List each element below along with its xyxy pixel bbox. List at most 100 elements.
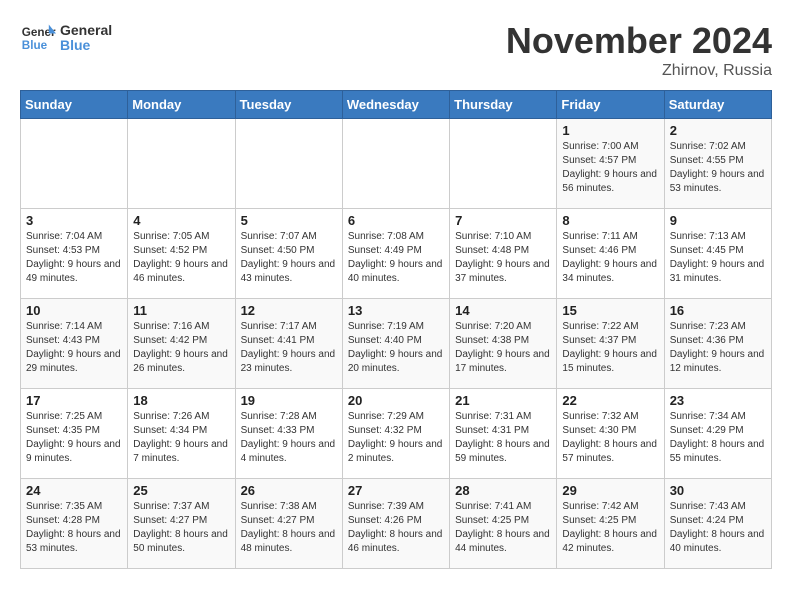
- day-info: Sunrise: 7:00 AM Sunset: 4:57 PM Dayligh…: [562, 140, 658, 196]
- calendar-cell: [128, 119, 235, 209]
- calendar-cell: [21, 119, 128, 209]
- calendar-body: 1 Sunrise: 7:00 AM Sunset: 4:57 PM Daylig…: [21, 119, 772, 569]
- calendar-cell: [235, 119, 342, 209]
- day-info: Sunrise: 7:13 AM Sunset: 4:45 PM Dayligh…: [670, 230, 766, 286]
- day-number: 3: [26, 213, 122, 228]
- day-number: 13: [348, 303, 444, 318]
- day-info: Sunrise: 7:19 AM Sunset: 4:40 PM Dayligh…: [348, 320, 444, 376]
- calendar-cell: 18 Sunrise: 7:26 AM Sunset: 4:34 PM Dayli…: [128, 389, 235, 479]
- header-row: SundayMondayTuesdayWednesdayThursdayFrid…: [21, 91, 772, 119]
- calendar-cell: 8 Sunrise: 7:11 AM Sunset: 4:46 PM Daylig…: [557, 209, 664, 299]
- day-info: Sunrise: 7:20 AM Sunset: 4:38 PM Dayligh…: [455, 320, 551, 376]
- day-header-sunday: Sunday: [21, 91, 128, 119]
- calendar-cell: 16 Sunrise: 7:23 AM Sunset: 4:36 PM Dayli…: [664, 299, 771, 389]
- week-row-2: 3 Sunrise: 7:04 AM Sunset: 4:53 PM Daylig…: [21, 209, 772, 299]
- calendar-cell: 3 Sunrise: 7:04 AM Sunset: 4:53 PM Daylig…: [21, 209, 128, 299]
- day-info: Sunrise: 7:23 AM Sunset: 4:36 PM Dayligh…: [670, 320, 766, 376]
- calendar-cell: 20Sunrise: 7:29 AM Sunset: 4:32 PM Dayli…: [342, 389, 449, 479]
- day-header-thursday: Thursday: [450, 91, 557, 119]
- day-info: Sunrise: 7:17 AM Sunset: 4:41 PM Dayligh…: [241, 320, 337, 376]
- calendar-cell: 10 Sunrise: 7:14 AM Sunset: 4:43 PM Dayli…: [21, 299, 128, 389]
- calendar-cell: 28 Sunrise: 7:41 AM Sunset: 4:25 PM Dayli…: [450, 479, 557, 569]
- day-number: 26: [241, 483, 337, 498]
- calendar-cell: [450, 119, 557, 209]
- logo-general-text: General: [60, 23, 112, 38]
- day-header-wednesday: Wednesday: [342, 91, 449, 119]
- calendar-cell: 27 Sunrise: 7:39 AM Sunset: 4:26 PM Dayli…: [342, 479, 449, 569]
- calendar-cell: 2 Sunrise: 7:02 AM Sunset: 4:55 PM Daylig…: [664, 119, 771, 209]
- calendar-header: SundayMondayTuesdayWednesdayThursdayFrid…: [21, 91, 772, 119]
- logo-blue-text: Blue: [60, 38, 112, 53]
- calendar-cell: 5 Sunrise: 7:07 AM Sunset: 4:50 PM Daylig…: [235, 209, 342, 299]
- day-info: Sunrise: 7:26 AM Sunset: 4:34 PM Dayligh…: [133, 410, 229, 466]
- day-number: 11: [133, 303, 229, 318]
- week-row-4: 17Sunrise: 7:25 AM Sunset: 4:35 PM Dayli…: [21, 389, 772, 479]
- calendar-cell: 11Sunrise: 7:16 AM Sunset: 4:42 PM Dayli…: [128, 299, 235, 389]
- day-info: Sunrise: 7:02 AM Sunset: 4:55 PM Dayligh…: [670, 140, 766, 196]
- day-number: 14: [455, 303, 551, 318]
- calendar-cell: 22 Sunrise: 7:32 AM Sunset: 4:30 PM Dayli…: [557, 389, 664, 479]
- calendar-cell: 13 Sunrise: 7:19 AM Sunset: 4:40 PM Dayli…: [342, 299, 449, 389]
- day-number: 15: [562, 303, 658, 318]
- day-header-friday: Friday: [557, 91, 664, 119]
- day-number: 8: [562, 213, 658, 228]
- logo: General Blue General Blue: [20, 20, 112, 56]
- title-block: November 2024 Zhirnov, Russia: [506, 20, 772, 80]
- calendar-cell: 21 Sunrise: 7:31 AM Sunset: 4:31 PM Dayli…: [450, 389, 557, 479]
- calendar-cell: 24 Sunrise: 7:35 AM Sunset: 4:28 PM Dayli…: [21, 479, 128, 569]
- day-info: Sunrise: 7:11 AM Sunset: 4:46 PM Dayligh…: [562, 230, 658, 286]
- day-number: 19: [241, 393, 337, 408]
- day-number: 24: [26, 483, 122, 498]
- day-header-monday: Monday: [128, 91, 235, 119]
- calendar-cell: 26 Sunrise: 7:38 AM Sunset: 4:27 PM Dayli…: [235, 479, 342, 569]
- day-info: Sunrise: 7:07 AM Sunset: 4:50 PM Dayligh…: [241, 230, 337, 286]
- day-info: Sunrise: 7:05 AM Sunset: 4:52 PM Dayligh…: [133, 230, 229, 286]
- day-number: 16: [670, 303, 766, 318]
- logo-icon: General Blue: [20, 20, 56, 56]
- day-number: 6: [348, 213, 444, 228]
- day-info: Sunrise: 7:04 AM Sunset: 4:53 PM Dayligh…: [26, 230, 122, 286]
- day-info: Sunrise: 7:39 AM Sunset: 4:26 PM Dayligh…: [348, 500, 444, 556]
- week-row-1: 1 Sunrise: 7:00 AM Sunset: 4:57 PM Daylig…: [21, 119, 772, 209]
- day-info: Sunrise: 7:43 AM Sunset: 4:24 PM Dayligh…: [670, 500, 766, 556]
- day-info: Sunrise: 7:31 AM Sunset: 4:31 PM Dayligh…: [455, 410, 551, 466]
- month-title: November 2024: [506, 20, 772, 62]
- day-number: 30: [670, 483, 766, 498]
- day-number: 20: [348, 393, 444, 408]
- calendar-cell: 6Sunrise: 7:08 AM Sunset: 4:49 PM Daylig…: [342, 209, 449, 299]
- calendar-cell: 23Sunrise: 7:34 AM Sunset: 4:29 PM Dayli…: [664, 389, 771, 479]
- day-header-saturday: Saturday: [664, 91, 771, 119]
- calendar-table: SundayMondayTuesdayWednesdayThursdayFrid…: [20, 90, 772, 569]
- day-number: 27: [348, 483, 444, 498]
- calendar-cell: 25Sunrise: 7:37 AM Sunset: 4:27 PM Dayli…: [128, 479, 235, 569]
- day-info: Sunrise: 7:34 AM Sunset: 4:29 PM Dayligh…: [670, 410, 766, 466]
- calendar-cell: 19 Sunrise: 7:28 AM Sunset: 4:33 PM Dayli…: [235, 389, 342, 479]
- day-info: Sunrise: 7:35 AM Sunset: 4:28 PM Dayligh…: [26, 500, 122, 556]
- svg-text:Blue: Blue: [22, 39, 48, 52]
- calendar-cell: 14 Sunrise: 7:20 AM Sunset: 4:38 PM Dayli…: [450, 299, 557, 389]
- calendar-cell: 4Sunrise: 7:05 AM Sunset: 4:52 PM Daylig…: [128, 209, 235, 299]
- day-number: 2: [670, 123, 766, 138]
- day-info: Sunrise: 7:41 AM Sunset: 4:25 PM Dayligh…: [455, 500, 551, 556]
- day-number: 1: [562, 123, 658, 138]
- calendar-cell: 30 Sunrise: 7:43 AM Sunset: 4:24 PM Dayli…: [664, 479, 771, 569]
- calendar-cell: 9Sunrise: 7:13 AM Sunset: 4:45 PM Daylig…: [664, 209, 771, 299]
- day-info: Sunrise: 7:38 AM Sunset: 4:27 PM Dayligh…: [241, 500, 337, 556]
- day-number: 10: [26, 303, 122, 318]
- day-info: Sunrise: 7:42 AM Sunset: 4:25 PM Dayligh…: [562, 500, 658, 556]
- week-row-3: 10 Sunrise: 7:14 AM Sunset: 4:43 PM Dayli…: [21, 299, 772, 389]
- day-info: Sunrise: 7:32 AM Sunset: 4:30 PM Dayligh…: [562, 410, 658, 466]
- day-info: Sunrise: 7:14 AM Sunset: 4:43 PM Dayligh…: [26, 320, 122, 376]
- day-number: 5: [241, 213, 337, 228]
- page-header: General Blue General Blue November 2024 …: [20, 20, 772, 80]
- day-info: Sunrise: 7:25 AM Sunset: 4:35 PM Dayligh…: [26, 410, 122, 466]
- calendar-cell: 12 Sunrise: 7:17 AM Sunset: 4:41 PM Dayli…: [235, 299, 342, 389]
- day-number: 28: [455, 483, 551, 498]
- day-number: 18: [133, 393, 229, 408]
- day-number: 25: [133, 483, 229, 498]
- day-number: 22: [562, 393, 658, 408]
- day-number: 12: [241, 303, 337, 318]
- day-number: 7: [455, 213, 551, 228]
- day-number: 21: [455, 393, 551, 408]
- day-info: Sunrise: 7:28 AM Sunset: 4:33 PM Dayligh…: [241, 410, 337, 466]
